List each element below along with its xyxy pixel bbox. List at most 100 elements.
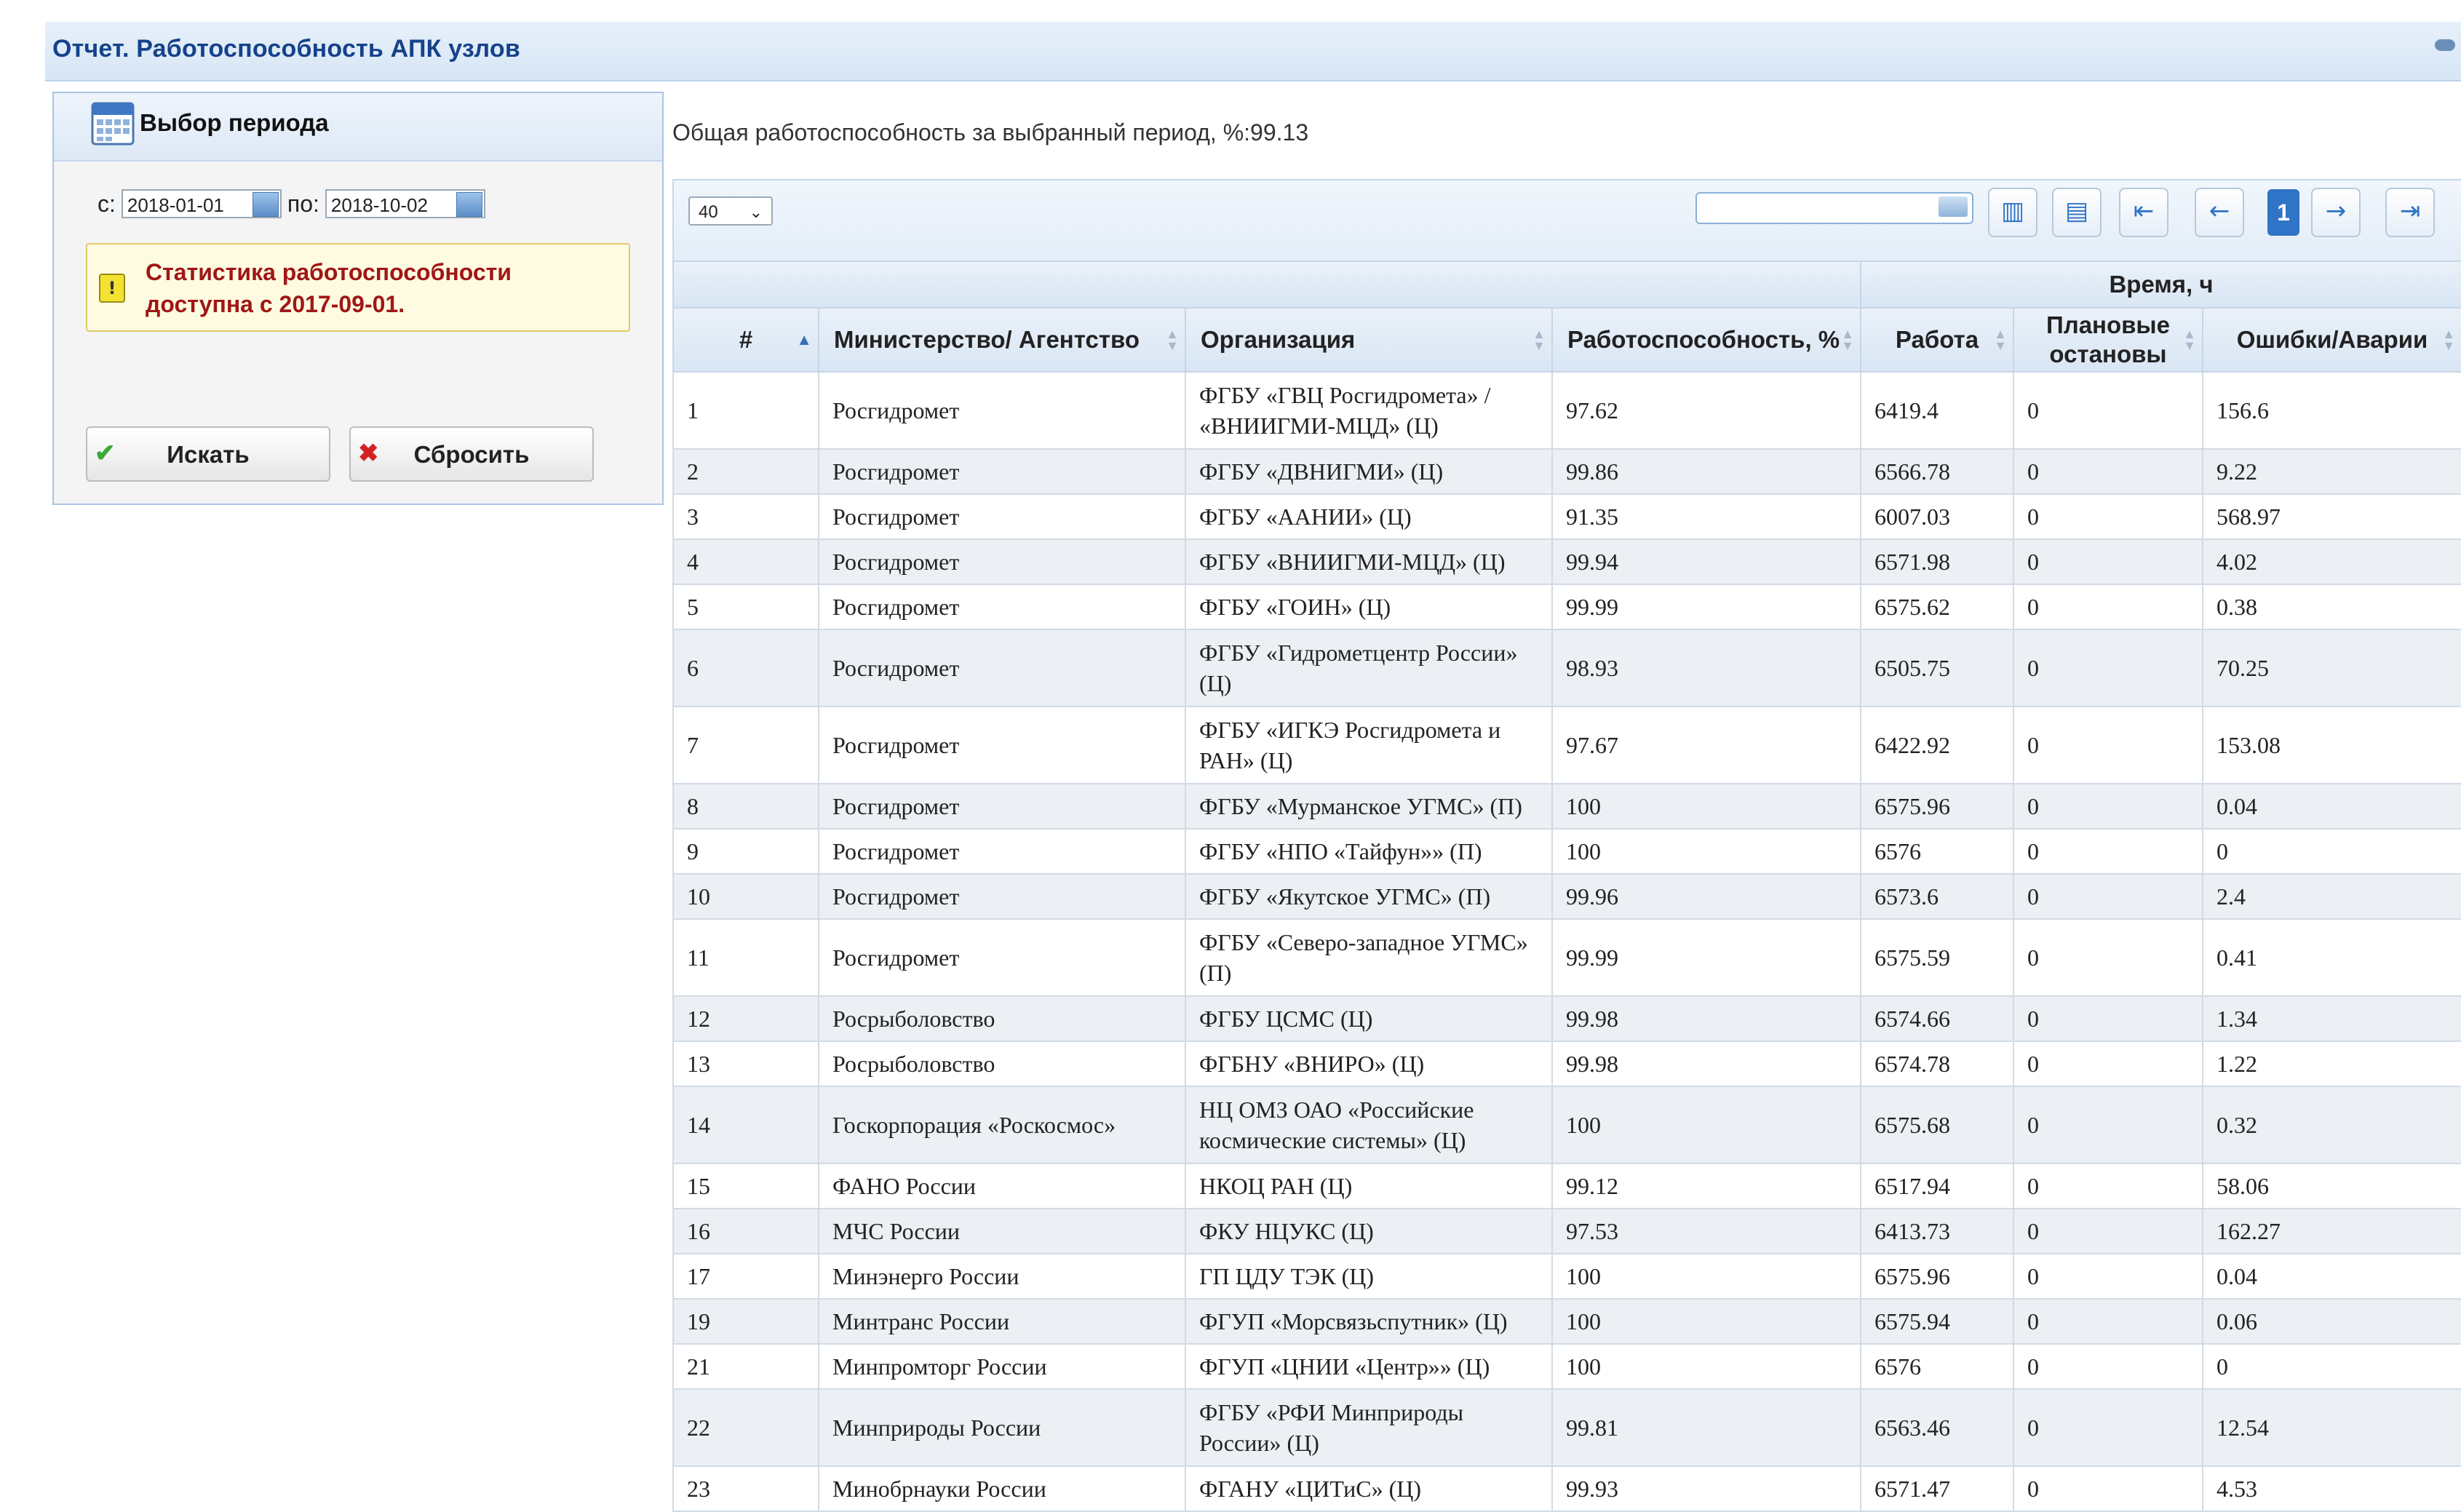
date-to-field[interactable]: 2018-10-02 xyxy=(325,189,485,218)
errors-cell: 4.53 xyxy=(2201,1465,2461,1512)
ministry-cell: МЧС России xyxy=(818,1208,1186,1254)
ministry-cell: Росгидромет xyxy=(818,584,1186,630)
availability-cell: 100 xyxy=(1551,1343,1861,1390)
period-filter-panel: Выбор периода с: 2018-01-01 по: 2018-10-… xyxy=(52,92,664,505)
table-row[interactable]: 19 Минтранс России ФГУП «Морсвязьспутник» … xyxy=(672,1298,2461,1345)
table-row[interactable]: 6 Росгидромет ФГБУ «Гидрометцентр России» … xyxy=(672,629,2461,707)
last-page-button[interactable]: ⇥ xyxy=(2385,188,2435,237)
col-header-number[interactable]: # ▲ xyxy=(672,307,819,373)
table-row[interactable]: 15 ФАНО России НКОЦ РАН (Ц) 99.12 6517.94 0 58… xyxy=(672,1163,2461,1209)
columns-icon: ▥ xyxy=(2000,196,2025,226)
row-number: 17 xyxy=(672,1253,819,1300)
table-row[interactable]: 5 Росгидромет ФГБУ «ГОИН» (Ц) 99.99 6575.62 0… xyxy=(672,584,2461,630)
availability-cell: 100 xyxy=(1551,1253,1861,1300)
warning-icon: ! xyxy=(99,274,125,303)
availability-cell: 99.94 xyxy=(1551,538,1861,585)
errors-cell: 12.54 xyxy=(2201,1388,2461,1467)
filter-icon[interactable] xyxy=(1939,196,1968,217)
table-row[interactable]: 7 Росгидромет ФГБУ «ИГКЭ Росгидромета и РА… xyxy=(672,706,2461,784)
export-button[interactable]: ▤ xyxy=(2052,188,2102,237)
work-hours-cell: 6422.92 xyxy=(1860,706,2014,784)
row-number: 15 xyxy=(672,1163,819,1209)
table-row[interactable]: 4 Росгидромет ФГБУ «ВНИИГМИ-МЦД» (Ц) 99.94 6… xyxy=(672,538,2461,585)
search-button[interactable]: ✔ Искать xyxy=(86,426,330,482)
availability-warning: ! Статистика работоспособности доступна … xyxy=(86,243,630,332)
prev-page-button[interactable]: ← xyxy=(2195,188,2244,237)
availability-cell: 98.93 xyxy=(1551,629,1861,707)
table-row[interactable]: 10 Росгидромет ФГБУ «Якутское УГМС» (П) 99.… xyxy=(672,873,2461,920)
availability-cell: 99.96 xyxy=(1551,873,1861,920)
organization-cell: ФГБУ «Мурманское УГМС» (П) xyxy=(1185,783,1553,829)
row-number: 8 xyxy=(672,783,819,829)
ministry-cell: Росгидромет xyxy=(818,873,1186,920)
table-row[interactable]: 22 Минприроды России ФГБУ «РФИ Минприроды … xyxy=(672,1388,2461,1467)
ministry-cell: Росгидромет xyxy=(818,918,1186,997)
col-header-organization-label: Организация xyxy=(1201,326,1356,353)
table-row[interactable]: 9 Росгидромет ФГБУ «НПО «Тайфун»» (П) 100 65… xyxy=(672,828,2461,875)
col-header-planned[interactable]: Плановые остановы ▲ ▼ xyxy=(2013,307,2203,373)
planned-stops-cell: 0 xyxy=(2013,538,2203,585)
organization-cell: ФГУП «ЦНИИ «Центр»» (Ц) xyxy=(1185,1343,1553,1390)
table-row[interactable]: 16 МЧС России ФКУ НЦУКС (Ц) 97.53 6413.73 0 16… xyxy=(672,1208,2461,1254)
col-header-ministry[interactable]: Министерство/ Агентство ▲ ▼ xyxy=(818,307,1186,373)
errors-cell: 58.06 xyxy=(2201,1163,2461,1209)
col-header-work[interactable]: Работа ▲ ▼ xyxy=(1860,307,2014,373)
work-hours-cell: 6575.94 xyxy=(1860,1298,2014,1345)
date-range-row: с: 2018-01-01 по: 2018-10-02 xyxy=(98,188,485,220)
table-row[interactable]: 23 Минобрнауки России ФГАНУ «ЦИТиС» (Ц) 99.… xyxy=(672,1465,2461,1512)
warning-text: Статистика работоспособности доступна с … xyxy=(146,259,512,317)
ministry-cell: Госкорпорация «Роскосмос» xyxy=(818,1086,1186,1164)
errors-cell: 1.34 xyxy=(2201,995,2461,1042)
first-page-button[interactable]: ⇤ xyxy=(2119,188,2168,237)
work-hours-cell: 6575.96 xyxy=(1860,783,2014,829)
col-header-errors[interactable]: Ошибки/Аварии ▲ ▼ xyxy=(2201,307,2461,373)
table-row[interactable]: 3 Росгидромет ФГБУ «ААНИИ» (Ц) 91.35 6007.03… xyxy=(672,493,2461,540)
planned-stops-cell: 0 xyxy=(2013,1465,2203,1512)
header-spacer xyxy=(672,260,1861,309)
planned-stops-cell: 0 xyxy=(2013,1208,2203,1254)
overall-availability-summary: Общая работоспособность за выбранный пер… xyxy=(672,119,1309,146)
row-number: 9 xyxy=(672,828,819,875)
col-header-availability[interactable]: Работоспособность, % ▲ ▼ xyxy=(1551,307,1861,373)
next-page-button[interactable]: → xyxy=(2311,188,2361,237)
availability-cell: 97.62 xyxy=(1551,371,1861,450)
current-page-indicator[interactable]: 1 xyxy=(2267,189,2299,236)
table-row[interactable]: 11 Росгидромет ФГБУ «Северо-западное УГМС»… xyxy=(672,918,2461,997)
table-row[interactable]: 8 Росгидромет ФГБУ «Мурманское УГМС» (П) 10… xyxy=(672,783,2461,829)
table-row[interactable]: 1 Росгидромет ФГБУ «ГВЦ Росгидромета» / «В… xyxy=(672,371,2461,450)
reset-button[interactable]: ✖ Сбросить xyxy=(349,426,594,482)
organization-cell: ФКУ НЦУКС (Ц) xyxy=(1185,1208,1553,1254)
date-picker-icon[interactable] xyxy=(252,192,279,217)
col-header-planned-label: Плановые остановы xyxy=(2046,311,2170,367)
arrow-left-icon: ← xyxy=(2208,196,2230,226)
page-size-select[interactable]: 40 ⌄ xyxy=(688,196,773,226)
errors-cell: 0.06 xyxy=(2201,1298,2461,1345)
table-row[interactable]: 14 Госкорпорация «Роскосмос» НЦ ОМЗ ОАО «Р… xyxy=(672,1086,2461,1164)
work-hours-cell: 6574.78 xyxy=(1860,1041,2014,1087)
errors-cell: 4.02 xyxy=(2201,538,2461,585)
chevron-down-icon: ⌄ xyxy=(749,203,763,221)
work-hours-cell: 6576 xyxy=(1860,828,2014,875)
ministry-cell: Росгидромет xyxy=(818,371,1186,450)
table-row[interactable]: 17 Минэнерго России ГП ЦДУ ТЭК (Ц) 100 6575.… xyxy=(672,1253,2461,1300)
organization-cell: НКОЦ РАН (Ц) xyxy=(1185,1163,1553,1209)
collapse-icon[interactable] xyxy=(2435,39,2455,51)
table-row[interactable]: 2 Росгидромет ФГБУ «ДВНИГМИ» (Ц) 99.86 6566.… xyxy=(672,448,2461,495)
organization-cell: ФГАНУ «ЦИТиС» (Ц) xyxy=(1185,1465,1553,1512)
table-row[interactable]: 21 Минпромторг России ФГУП «ЦНИИ «Центр»» … xyxy=(672,1343,2461,1390)
availability-table: Время, ч # ▲ Министерство/ Агентство ▲ ▼ … xyxy=(672,260,2461,1512)
organization-cell: ФГБУ «Якутское УГМС» (П) xyxy=(1185,873,1553,920)
columns-button[interactable]: ▥ xyxy=(1988,188,2037,237)
table-row[interactable]: 13 Росрыболовство ФГБНУ «ВНИРО» (Ц) 99.98 65… xyxy=(672,1041,2461,1087)
grid-search-input[interactable] xyxy=(1695,192,1973,224)
errors-cell: 0 xyxy=(2201,828,2461,875)
date-picker-icon[interactable] xyxy=(456,192,482,217)
organization-cell: ГП ЦДУ ТЭК (Ц) xyxy=(1185,1253,1553,1300)
to-label: по: xyxy=(287,190,319,217)
work-hours-cell: 6575.68 xyxy=(1860,1086,2014,1164)
row-number: 11 xyxy=(672,918,819,997)
availability-cell: 99.99 xyxy=(1551,584,1861,630)
table-row[interactable]: 12 Росрыболовство ФГБУ ЦСМС (Ц) 99.98 6574.6… xyxy=(672,995,2461,1042)
date-from-field[interactable]: 2018-01-01 xyxy=(121,189,282,218)
col-header-organization[interactable]: Организация ▲ ▼ xyxy=(1185,307,1553,373)
